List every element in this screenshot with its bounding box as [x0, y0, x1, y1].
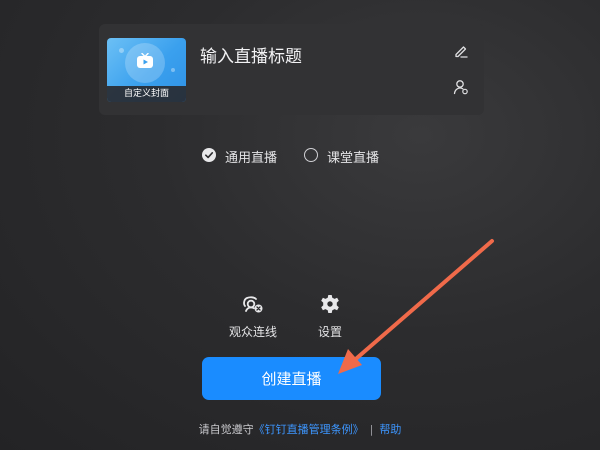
tool-label: 设置 [317, 325, 342, 339]
footer-separator: | [369, 423, 374, 436]
live-title-input[interactable]: 输入直播标题 [200, 42, 302, 67]
user-settings-icon[interactable] [453, 79, 469, 95]
pencil-icon[interactable] [454, 44, 468, 58]
audience-connect-icon [243, 296, 263, 313]
cover-dot-decoration [171, 68, 175, 72]
tool-label: 观众连线 [228, 325, 277, 339]
mode-option-classroom[interactable]: 课堂直播 [304, 146, 384, 166]
cover-label: 自定义封面 [107, 86, 186, 102]
help-link[interactable]: 帮助 [379, 423, 401, 436]
cover-dot-decoration [119, 48, 124, 53]
radio-checked-icon[interactable] [202, 148, 216, 162]
radio-unchecked-icon[interactable] [304, 148, 318, 162]
mode-option-general[interactable]: 通用直播 [202, 146, 282, 166]
footer-notice: 请自觉遵守《钉钉直播管理条例》 | 帮助 [0, 421, 600, 437]
settings-button[interactable]: 设置 [300, 292, 360, 340]
audience-connect-button[interactable]: 观众连线 [223, 292, 283, 340]
mode-label: 课堂直播 [327, 151, 380, 166]
live-info-card: 自定义封面 输入直播标题 [99, 24, 484, 115]
gear-icon [321, 295, 339, 313]
create-live-button[interactable]: 创建直播 [202, 357, 381, 400]
live-mode-selector: 通用直播 课堂直播 [0, 146, 600, 166]
cover-image-picker[interactable]: 自定义封面 [107, 38, 186, 102]
mode-label: 通用直播 [225, 151, 278, 166]
rules-link[interactable]: 《钉钉直播管理条例》 [254, 423, 364, 436]
footer-prefix: 请自觉遵守 [198, 423, 254, 436]
tv-play-icon [137, 53, 153, 68]
